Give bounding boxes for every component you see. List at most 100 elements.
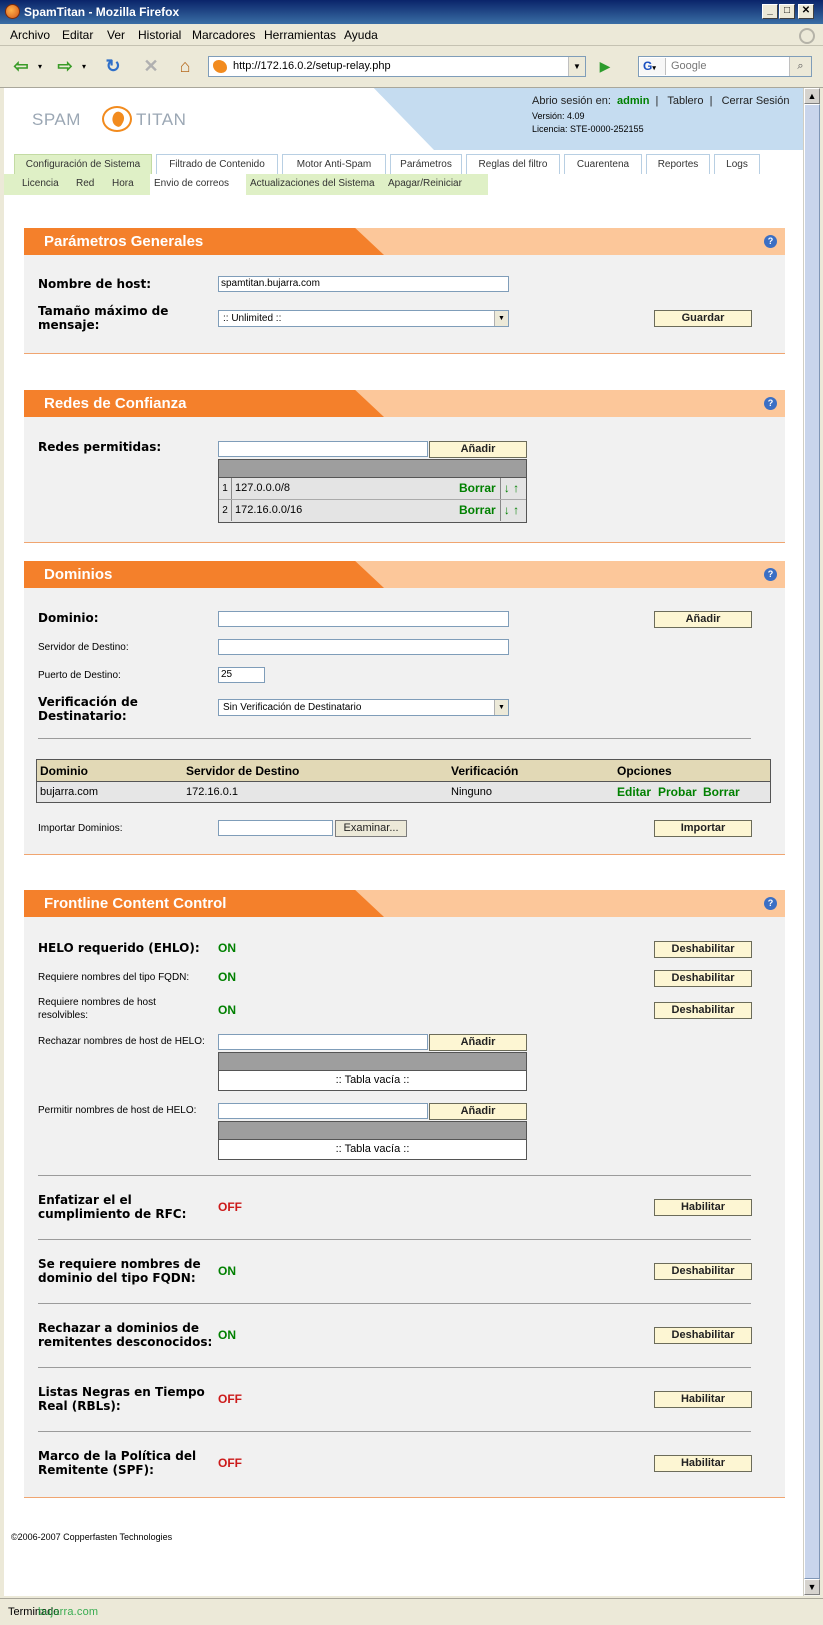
trusted-network-input[interactable] [218,441,428,457]
rbl-toggle-button[interactable]: Habilitar [654,1391,752,1408]
rfc-compliance-label: Enfatizar el el [38,1193,132,1207]
google-engine-icon[interactable]: G▾ [640,58,666,75]
tab-motor-antispam[interactable]: Motor Anti-Spam [282,154,386,174]
helo-required-toggle-button[interactable]: Deshabilitar [654,941,752,958]
menu-archivo[interactable]: Archivo [10,28,50,42]
fqdn-hostnames-toggle-button[interactable]: Deshabilitar [654,970,752,987]
spf-status: OFF [218,1456,242,1470]
help-icon[interactable]: ? [764,568,777,581]
forward-history-dropdown-icon[interactable]: ▾ [82,62,86,71]
delete-domain-link[interactable]: Borrar [703,785,740,799]
url-bar[interactable]: http://172.16.0.2/setup-relay.php ▼ [208,56,586,77]
browse-button[interactable]: Examinar... [335,820,407,837]
dest-port-input[interactable]: 25 [218,667,265,683]
subtab-licencia[interactable]: Licencia [22,178,59,189]
help-icon[interactable]: ? [764,397,777,410]
scroll-thumb[interactable] [804,104,820,1579]
allow-helo-input[interactable] [218,1103,428,1119]
tab-logs[interactable]: Logs [714,154,760,174]
search-box[interactable]: G▾ Google ⌕ [638,56,812,77]
reorder-arrows-icon[interactable]: ↓ ↑ [500,478,522,499]
minimize-button[interactable]: _ [762,4,778,19]
resolvable-hosts-label-cont: resolvibles: [38,1010,89,1021]
reject-helo-label: Rechazar nombres de host de HELO: [38,1036,205,1047]
subtab-envio-correos[interactable]: Envio de correos [154,178,229,189]
subtab-apagar-reiniciar[interactable]: Apagar/Reiniciar [388,178,462,189]
dashboard-link[interactable]: Tablero [667,95,703,107]
fqdn-domain-toggle-button[interactable]: Deshabilitar [654,1263,752,1280]
verify-recipient-select[interactable]: Sin Verificación de Destinatario ▼ [218,699,509,716]
edit-domain-link[interactable]: Editar [617,785,651,799]
stop-icon[interactable]: ✕ [138,53,164,79]
tab-parametros[interactable]: Parámetros [390,154,462,174]
tab-configuracion-sistema[interactable]: Configuración de Sistema [14,154,152,174]
search-icon[interactable]: ⌕ [789,57,811,76]
menu-historial[interactable]: Historial [138,28,181,42]
menu-ver[interactable]: Ver [107,28,125,42]
delete-network-link[interactable]: Borrar [459,503,496,517]
tab-filtrado-contenido[interactable]: Filtrado de Contenido [156,154,278,174]
domain-input[interactable] [218,611,509,627]
resolvable-hosts-label: Requiere nombres de host [38,997,156,1008]
subtab-hora[interactable]: Hora [112,178,134,189]
add-allow-helo-button[interactable]: Añadir [429,1103,527,1120]
col-options: Opciones [617,764,672,778]
import-file-input[interactable] [218,820,333,836]
url-dropdown-icon[interactable]: ▼ [568,57,585,76]
status-bar: Terminado bujarra.com [0,1598,823,1625]
reorder-arrows-icon[interactable]: ↓ ↑ [500,500,522,521]
panel-header: Redes de Confianza ? [24,390,785,417]
scroll-up-icon[interactable]: ▲ [804,88,820,104]
scroll-down-icon[interactable]: ▼ [804,1579,820,1595]
menu-marcadores[interactable]: Marcadores [192,28,255,42]
fqdn-domain-label: Se requiere nombres de [38,1257,201,1271]
help-icon[interactable]: ? [764,897,777,910]
tab-reglas-filtro[interactable]: Reglas del filtro [466,154,560,174]
chevron-down-icon[interactable]: ▼ [494,700,508,715]
chevron-down-icon[interactable]: ▼ [494,311,508,326]
menu-editar[interactable]: Editar [62,28,93,42]
tab-cuarentena[interactable]: Cuarentena [564,154,642,174]
table-header [219,1053,526,1071]
resolvable-hosts-toggle-button[interactable]: Deshabilitar [654,1002,752,1019]
back-history-dropdown-icon[interactable]: ▾ [38,62,42,71]
helo-required-status: ON [218,941,236,955]
subtab-actualizaciones[interactable]: Actualizaciones del Sistema [250,178,375,189]
maximize-button[interactable]: □ [779,4,795,19]
tab-reportes[interactable]: Reportes [646,154,710,174]
back-icon[interactable]: ⇦ [8,53,34,79]
rfc-compliance-toggle-button[interactable]: Habilitar [654,1199,752,1216]
delete-network-link[interactable]: Borrar [459,481,496,495]
sub-tabs: Licencia Red Hora Envio de correos Actua… [4,174,803,195]
home-icon[interactable]: ⌂ [172,53,198,79]
go-icon[interactable]: ▶ [595,57,615,76]
max-size-select[interactable]: :: Unlimited :: ▼ [218,310,509,327]
forward-icon[interactable]: ⇨ [52,53,78,79]
vertical-scrollbar[interactable]: ▲ ▼ [803,88,820,1596]
add-reject-helo-button[interactable]: Añadir [429,1034,527,1051]
table-header [219,1122,526,1140]
panel-header: Dominios ? [24,561,785,588]
reject-helo-input[interactable] [218,1034,428,1050]
logout-link[interactable]: Cerrar Sesión [722,95,790,107]
search-input[interactable]: Google [671,60,706,72]
add-network-button[interactable]: Añadir [429,441,527,458]
import-button[interactable]: Importar [654,820,752,837]
unknown-sender-toggle-button[interactable]: Deshabilitar [654,1327,752,1344]
dest-server-input[interactable] [218,639,509,655]
reload-icon[interactable]: ↻ [100,53,126,79]
save-button[interactable]: Guardar [654,310,752,327]
help-icon[interactable]: ? [764,235,777,248]
hostname-input[interactable]: spamtitan.bujarra.com [218,276,509,292]
spf-toggle-button[interactable]: Habilitar [654,1455,752,1472]
col-domain: Dominio [40,764,88,778]
close-window-button[interactable]: ✕ [798,4,814,19]
menu-herramientas[interactable]: Herramientas [264,28,336,42]
rbl-status: OFF [218,1392,242,1406]
fqdn-domain-label-cont: dominio del tipo FQDN: [38,1271,196,1285]
menu-ayuda[interactable]: Ayuda [344,28,378,42]
dest-server-label: Servidor de Destino: [38,642,129,653]
subtab-red[interactable]: Red [76,178,94,189]
test-domain-link[interactable]: Probar [658,785,697,799]
add-domain-button[interactable]: Añadir [654,611,752,628]
